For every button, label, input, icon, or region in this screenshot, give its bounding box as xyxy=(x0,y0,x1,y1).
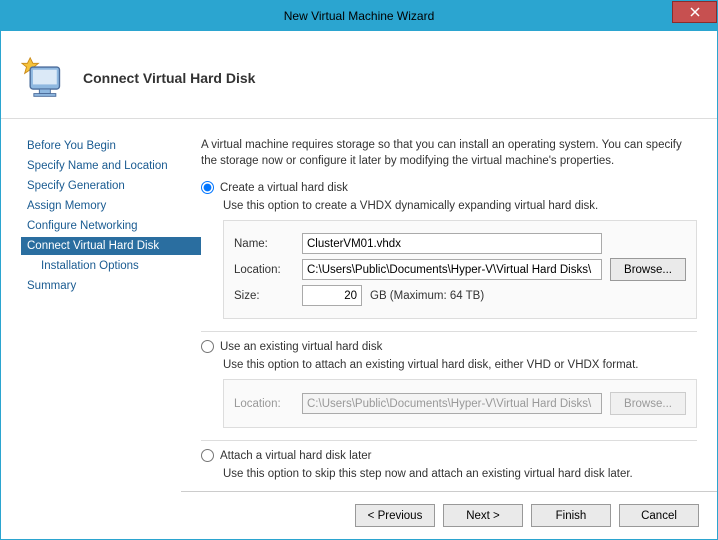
window-title: New Virtual Machine Wizard xyxy=(284,9,435,23)
radio-attach-later-label: Attach a virtual hard disk later xyxy=(220,450,372,462)
existing-location-label: Location: xyxy=(234,398,294,410)
cancel-button[interactable]: Cancel xyxy=(619,504,699,527)
titlebar: New Virtual Machine Wizard xyxy=(1,1,717,31)
sidebar-item-specify-name[interactable]: Specify Name and Location xyxy=(21,157,201,175)
close-icon xyxy=(690,7,700,17)
radio-existing-vhd-label: Use an existing virtual hard disk xyxy=(220,341,382,353)
sidebar-item-installation-options[interactable]: Installation Options xyxy=(35,257,201,275)
wizard-icon xyxy=(21,56,65,100)
previous-button[interactable]: < Previous xyxy=(355,504,435,527)
option-create-vhd: Create a virtual hard disk xyxy=(201,181,697,194)
footer: < Previous Next > Finish Cancel xyxy=(181,491,717,539)
radio-existing-vhd[interactable] xyxy=(201,340,214,353)
attach-later-desc: Use this option to skip this step now an… xyxy=(223,468,697,480)
sidebar-item-specify-generation[interactable]: Specify Generation xyxy=(21,177,201,195)
description-text: A virtual machine requires storage so th… xyxy=(201,137,697,169)
create-vhd-fields: Name: Location: Browse... Size: GB (Maxi… xyxy=(223,220,697,319)
radio-create-vhd[interactable] xyxy=(201,181,214,194)
existing-vhd-fields: Location: Browse... xyxy=(223,379,697,428)
header: Connect Virtual Hard Disk xyxy=(1,31,717,119)
sidebar-item-summary[interactable]: Summary xyxy=(21,277,201,295)
radio-create-vhd-label: Create a virtual hard disk xyxy=(220,182,348,194)
body: Before You Begin Specify Name and Locati… xyxy=(1,119,717,491)
name-label: Name: xyxy=(234,238,294,250)
option-existing-vhd: Use an existing virtual hard disk xyxy=(201,340,697,353)
next-button[interactable]: Next > xyxy=(443,504,523,527)
size-label: Size: xyxy=(234,290,294,302)
create-vhd-desc: Use this option to create a VHDX dynamic… xyxy=(223,200,697,212)
vhd-size-input[interactable] xyxy=(302,285,362,306)
page-title: Connect Virtual Hard Disk xyxy=(83,70,255,86)
divider-2 xyxy=(201,440,697,441)
option-attach-later: Attach a virtual hard disk later xyxy=(201,449,697,462)
close-button[interactable] xyxy=(672,1,717,23)
browse-button[interactable]: Browse... xyxy=(610,258,686,281)
vhd-name-input[interactable] xyxy=(302,233,602,254)
sidebar-item-before-you-begin[interactable]: Before You Begin xyxy=(21,137,201,155)
location-label: Location: xyxy=(234,264,294,276)
radio-attach-later[interactable] xyxy=(201,449,214,462)
sidebar-item-configure-networking[interactable]: Configure Networking xyxy=(21,217,201,235)
wizard-window: New Virtual Machine Wizard Connect Virtu… xyxy=(0,0,718,540)
existing-location-input xyxy=(302,393,602,414)
sidebar: Before You Begin Specify Name and Locati… xyxy=(1,119,201,491)
content: A virtual machine requires storage so th… xyxy=(201,119,717,491)
existing-browse-button: Browse... xyxy=(610,392,686,415)
sidebar-item-connect-vhd[interactable]: Connect Virtual Hard Disk xyxy=(21,237,201,255)
vhd-location-input[interactable] xyxy=(302,259,602,280)
size-suffix: GB (Maximum: 64 TB) xyxy=(370,290,484,302)
existing-vhd-desc: Use this option to attach an existing vi… xyxy=(223,359,697,371)
divider xyxy=(201,331,697,332)
finish-button[interactable]: Finish xyxy=(531,504,611,527)
sidebar-item-assign-memory[interactable]: Assign Memory xyxy=(21,197,201,215)
